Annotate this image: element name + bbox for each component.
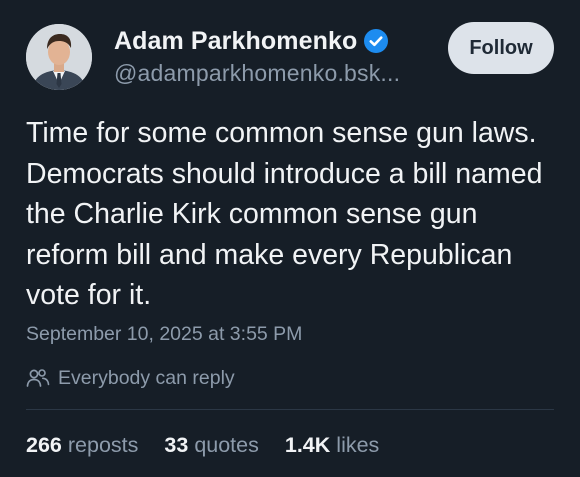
reply-setting-label: Everybody can reply xyxy=(58,366,235,389)
quotes-count: 33 xyxy=(164,433,189,457)
follow-button[interactable]: Follow xyxy=(448,22,554,74)
reposts-count: 266 xyxy=(26,433,62,457)
likes-count: 1.4K xyxy=(284,433,331,457)
likes-label: likes xyxy=(336,433,380,457)
reposts-stat[interactable]: 266 reposts xyxy=(26,433,138,458)
post-card: Adam Parkhomenko @adamparkhomenko.bsk...… xyxy=(0,0,580,477)
quotes-label: quotes xyxy=(194,433,259,457)
divider xyxy=(26,409,554,410)
post-text: Time for some common sense gun laws. Dem… xyxy=(26,117,543,311)
avatar[interactable] xyxy=(26,24,92,90)
likes-stat[interactable]: 1.4K likes xyxy=(285,433,379,458)
engagement-stats: 266 reposts 33 quotes 1.4K likes xyxy=(26,433,405,458)
author-name-row: Adam Parkhomenko xyxy=(114,24,389,58)
reply-setting[interactable]: Everybody can reply xyxy=(26,364,235,392)
author-display-name[interactable]: Adam Parkhomenko xyxy=(114,27,357,56)
people-icon xyxy=(26,367,50,389)
post-timestamp[interactable]: September 10, 2025 at 3:55 PM xyxy=(26,323,302,346)
avatar-image xyxy=(26,24,92,90)
verified-check-icon[interactable] xyxy=(364,29,389,53)
reposts-label: reposts xyxy=(67,433,139,457)
quotes-stat[interactable]: 33 quotes xyxy=(164,433,258,458)
author-handle[interactable]: @adamparkhomenko.bsk... xyxy=(114,60,400,87)
